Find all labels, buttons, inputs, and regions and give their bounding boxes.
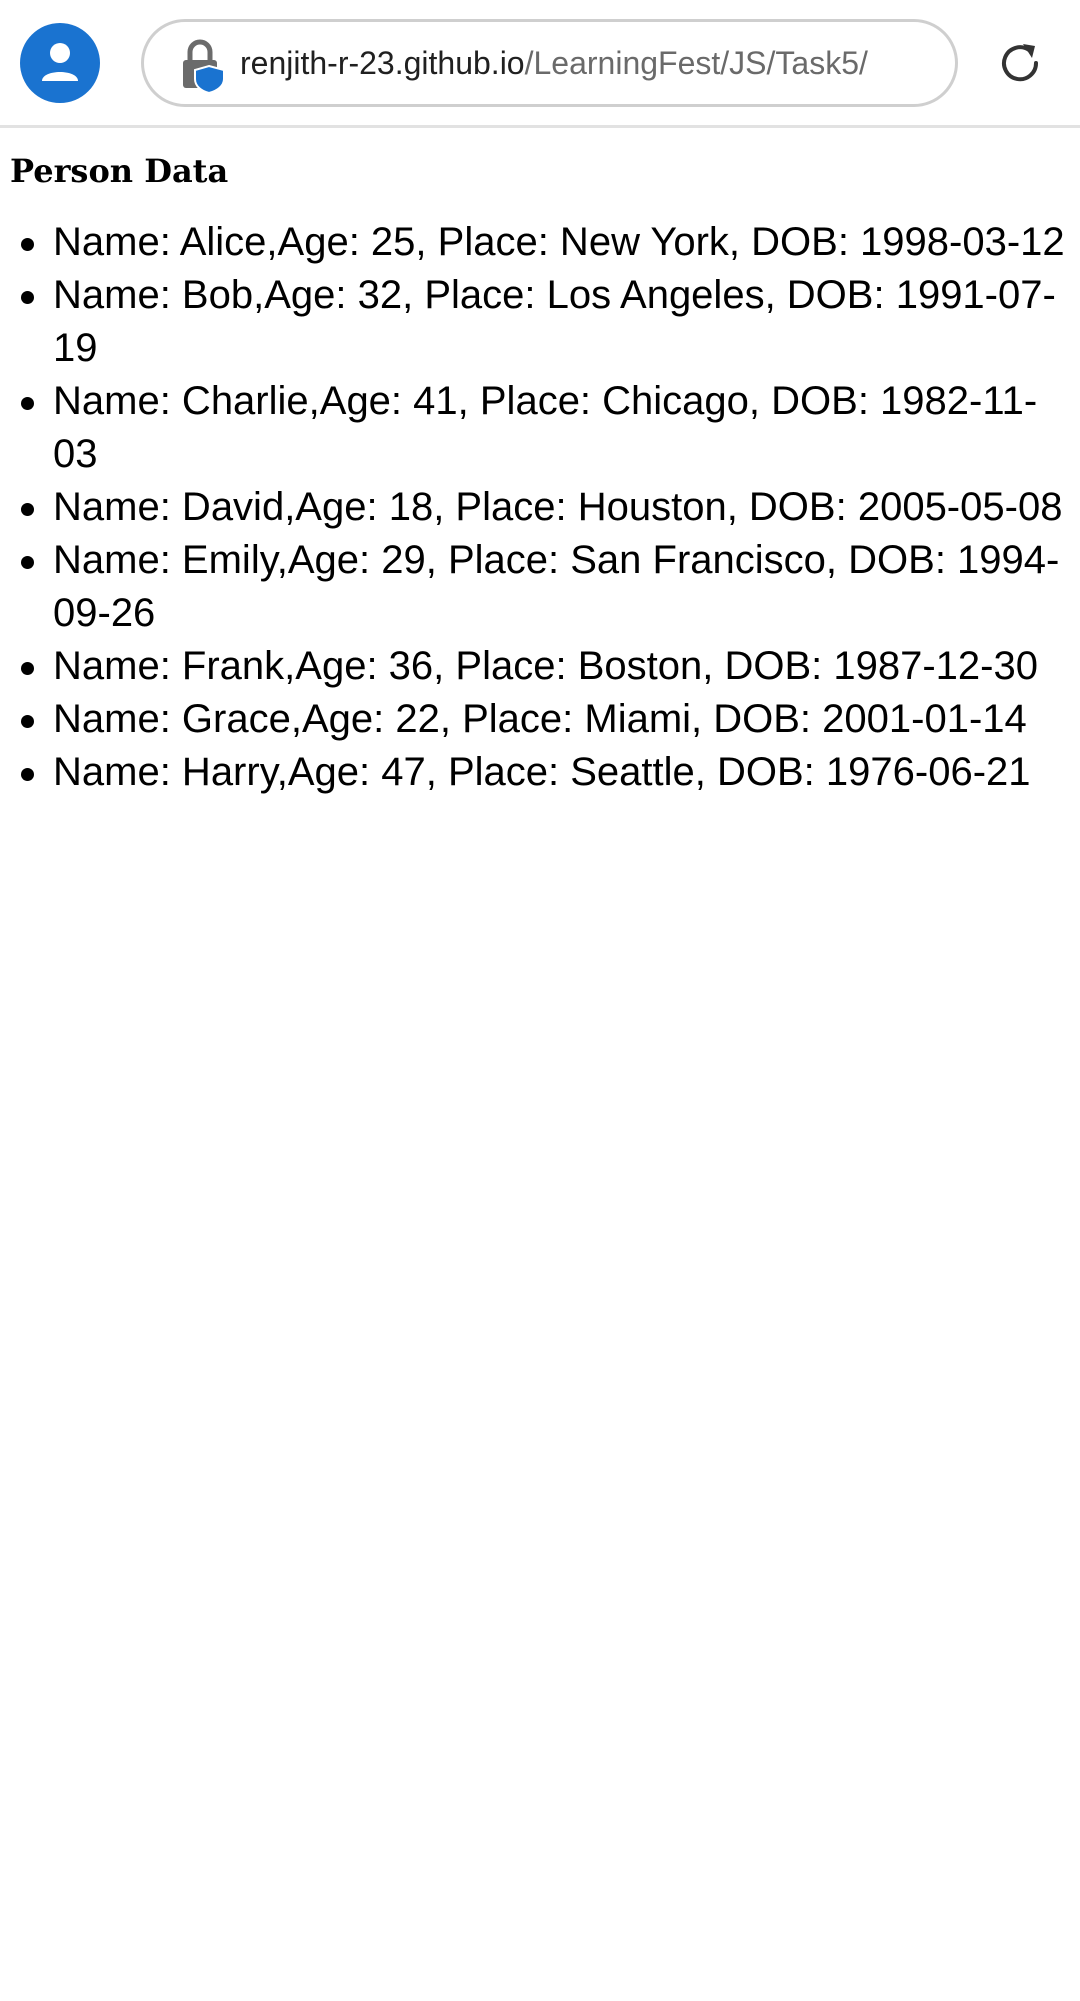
bullet-icon xyxy=(21,397,34,410)
list-item-text: Name: Alice,Age: 25, Place: New York, DO… xyxy=(53,220,1065,264)
browser-toolbar: renjith-r-23.github.io/LearningFest/JS/T… xyxy=(0,0,1080,128)
list-item: Name: David,Age: 18, Place: Houston, DOB… xyxy=(21,481,1080,534)
list-item-text: Name: Charlie,Age: 41, Place: Chicago, D… xyxy=(53,379,1038,476)
url-host: renjith-r-23.github.io xyxy=(240,45,525,81)
url-path: /LearningFest/JS/Task5/ xyxy=(524,45,868,81)
bullet-icon xyxy=(21,291,34,304)
list-item-text: Name: Grace,Age: 22, Place: Miami, DOB: … xyxy=(53,697,1027,741)
page-title: Person Data xyxy=(10,152,229,190)
bullet-icon xyxy=(21,556,34,569)
bullet-icon xyxy=(21,715,34,728)
list-item-text: Name: David,Age: 18, Place: Houston, DOB… xyxy=(53,485,1063,529)
list-item: Name: Charlie,Age: 41, Place: Chicago, D… xyxy=(21,375,1080,481)
address-bar[interactable]: renjith-r-23.github.io/LearningFest/JS/T… xyxy=(141,19,958,107)
reload-icon[interactable] xyxy=(995,38,1045,88)
lock-shield-icon[interactable] xyxy=(178,38,228,94)
list-item: Name: Frank,Age: 36, Place: Boston, DOB:… xyxy=(21,640,1080,693)
list-item-text: Name: Frank,Age: 36, Place: Boston, DOB:… xyxy=(53,644,1038,688)
list-item: Name: Emily,Age: 29, Place: San Francisc… xyxy=(21,534,1080,640)
list-item-text: Name: Bob,Age: 32, Place: Los Angeles, D… xyxy=(53,273,1056,370)
list-item-text: Name: Harry,Age: 47, Place: Seattle, DOB… xyxy=(53,750,1031,794)
bullet-icon xyxy=(21,662,34,675)
list-item: Name: Alice,Age: 25, Place: New York, DO… xyxy=(21,216,1080,269)
list-item-text: Name: Emily,Age: 29, Place: San Francisc… xyxy=(53,538,1060,635)
list-item: Name: Harry,Age: 47, Place: Seattle, DOB… xyxy=(21,746,1080,799)
account-circle-icon[interactable] xyxy=(20,23,100,103)
url-text[interactable]: renjith-r-23.github.io/LearningFest/JS/T… xyxy=(240,22,940,104)
person-list: Name: Alice,Age: 25, Place: New York, DO… xyxy=(0,216,1080,799)
list-item: Name: Grace,Age: 22, Place: Miami, DOB: … xyxy=(21,693,1080,746)
list-item: Name: Bob,Age: 32, Place: Los Angeles, D… xyxy=(21,269,1080,375)
bullet-icon xyxy=(21,768,34,781)
bullet-icon xyxy=(21,503,34,516)
bullet-icon xyxy=(21,238,34,251)
